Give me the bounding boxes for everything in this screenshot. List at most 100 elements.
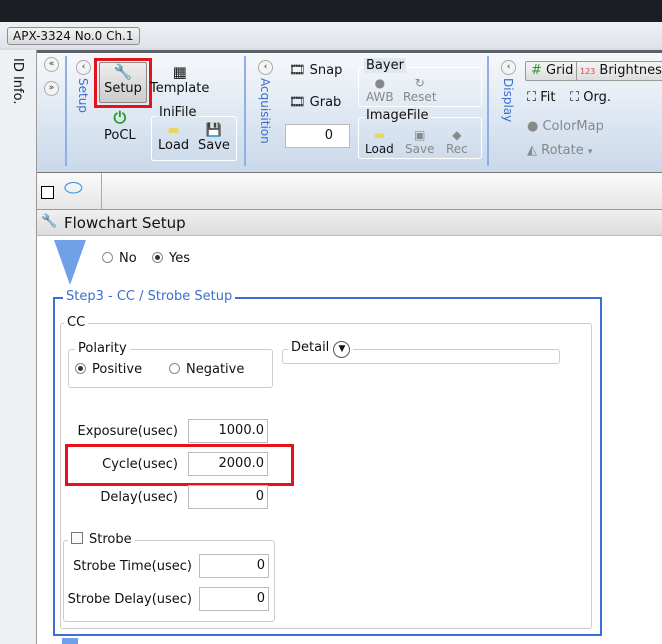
grab-button[interactable]: 🎞 Grab	[289, 95, 341, 110]
floppy-icon: ▣	[414, 128, 426, 142]
fit-button[interactable]: ⛶ Fit	[527, 90, 556, 105]
load-label: Load	[365, 142, 394, 156]
separator	[487, 56, 489, 166]
floppy-icon: 💾	[205, 123, 223, 138]
radio-no-dot	[102, 252, 113, 263]
exposure-input[interactable]: 1000.0	[188, 419, 268, 443]
step3-title: Step3 - CC / Strobe Setup	[63, 289, 236, 304]
positive-label: Positive	[92, 362, 143, 377]
reset-button[interactable]: ↻ Reset	[403, 76, 437, 104]
fit-label: Fit	[540, 90, 556, 105]
rotate-dropdown[interactable]: ◭ Rotate ▾	[527, 143, 592, 158]
rotate-icon: ◭	[527, 143, 537, 158]
title-bar	[0, 0, 662, 22]
org-label: Org.	[583, 90, 611, 105]
save-label: Save	[198, 138, 230, 153]
brightness-label: Brightness	[599, 63, 662, 78]
wrench-icon: 🔧	[41, 214, 58, 229]
negative-label: Negative	[186, 362, 245, 377]
strobe-label: Strobe	[89, 532, 132, 547]
reset-label: Reset	[403, 90, 437, 104]
bayer-title: Bayer	[364, 58, 406, 73]
folder-icon: ▬	[167, 123, 180, 138]
delay-input[interactable]: 0	[188, 485, 268, 509]
save-label: Save	[405, 142, 435, 156]
detail-label: Detail	[291, 340, 330, 355]
radio-positive[interactable]: Positive	[75, 362, 142, 377]
strobe-checkbox[interactable]: Strobe	[68, 532, 135, 547]
film-icon: 🎞	[289, 63, 306, 78]
colormap-label: ColorMap	[542, 119, 604, 134]
rec-label: Rec	[446, 142, 468, 156]
original-size-icon: ⛶	[570, 90, 580, 105]
pocl-label: PoCL	[104, 128, 136, 143]
colormap-button[interactable]: ● ColorMap	[527, 119, 604, 134]
radio-negative-dot	[169, 363, 180, 374]
grab-label: Grab	[309, 95, 342, 110]
power-icon: ⏻	[113, 108, 127, 127]
colormap-icon: ●	[527, 119, 539, 134]
fit-icon: ⛶	[527, 90, 537, 105]
panel-title: Flowchart Setup	[37, 210, 662, 236]
snap-button[interactable]: 🎞 Snap	[289, 63, 342, 78]
inifile-load-button[interactable]: ▬ Load	[158, 123, 189, 153]
brightness-toggle[interactable]: 123 Brightness	[576, 61, 662, 81]
cc-title: CC	[64, 315, 89, 330]
secondary-toolbar	[37, 172, 662, 210]
chevron-down-circle-icon: ▼	[333, 341, 351, 358]
awb-icon: ●	[374, 76, 386, 90]
frame-count-spinner[interactable]: 0	[285, 124, 350, 148]
display-group-label: Display	[501, 78, 515, 123]
strobe-time-input[interactable]: 0	[199, 554, 269, 578]
strobe-delay-label: Strobe Delay(usec)	[67, 592, 192, 607]
template-label: Template	[150, 81, 210, 96]
awb-button[interactable]: ● AWB	[366, 76, 394, 104]
cycle-label: Cycle(usec)	[102, 457, 178, 472]
device-tab[interactable]: APX-3324 No.0 Ch.1	[7, 27, 140, 45]
setup-button[interactable]: 🔧 Setup	[99, 62, 147, 103]
acquisition-group-label: Acquisition	[258, 78, 272, 144]
awb-label: AWB	[366, 90, 394, 104]
radio-yes[interactable]: Yes	[152, 251, 190, 266]
pocl-button[interactable]: ⏻ PoCL	[104, 108, 136, 143]
radio-yes-dot	[152, 252, 163, 263]
grid-toggle[interactable]: # Grid	[525, 61, 580, 81]
strobe-delay-input[interactable]: 0	[199, 587, 269, 611]
expand-all-icon[interactable]: »	[44, 81, 59, 96]
image-load-button[interactable]: ▬ Load	[365, 128, 394, 156]
id-info-label: ID Info.	[10, 58, 25, 105]
connector-icon[interactable]: ⬭	[64, 176, 83, 201]
separator	[101, 173, 102, 209]
redo-icon: ↻	[414, 76, 425, 90]
setup-collapse-icon[interactable]: ‹	[76, 60, 91, 75]
inifile-title: IniFile	[157, 105, 199, 120]
table-icon: ▦	[172, 63, 187, 81]
detail-expander[interactable]: Detail ▼	[288, 340, 354, 358]
acquisition-collapse-icon[interactable]: ‹	[258, 60, 273, 75]
checkbox-box	[71, 532, 83, 544]
template-button[interactable]: ▦ Template	[150, 63, 209, 96]
no-label: No	[119, 251, 137, 266]
flow-arrow-icon	[54, 240, 86, 285]
setup-group-label: Setup	[76, 78, 90, 113]
folder-icon: ▬	[373, 128, 386, 142]
disk-icon: ◆	[452, 128, 462, 142]
imagefile-title: ImageFile	[364, 108, 431, 123]
float-window-icon[interactable]	[41, 186, 54, 199]
org-button[interactable]: ⛶ Org.	[570, 90, 611, 105]
image-save-button[interactable]: ▣ Save	[405, 128, 434, 156]
radio-no[interactable]: No	[102, 251, 137, 266]
yes-label: Yes	[169, 251, 190, 266]
wrench-icon: 🔧	[113, 63, 133, 81]
id-info-sidebar[interactable]	[0, 50, 37, 644]
radio-negative[interactable]: Negative	[169, 362, 244, 377]
cycle-input[interactable]: 2000.0	[188, 452, 268, 476]
snap-label: Snap	[309, 63, 343, 78]
rec-button[interactable]: ◆ Rec	[446, 128, 468, 156]
collapse-all-icon[interactable]: «	[44, 57, 59, 72]
inifile-save-button[interactable]: 💾 Save	[198, 123, 230, 153]
strobe-time-label: Strobe Time(usec)	[73, 559, 192, 574]
delay-label: Delay(usec)	[100, 490, 178, 505]
separator	[65, 56, 67, 166]
display-collapse-icon[interactable]: ‹	[501, 60, 516, 75]
